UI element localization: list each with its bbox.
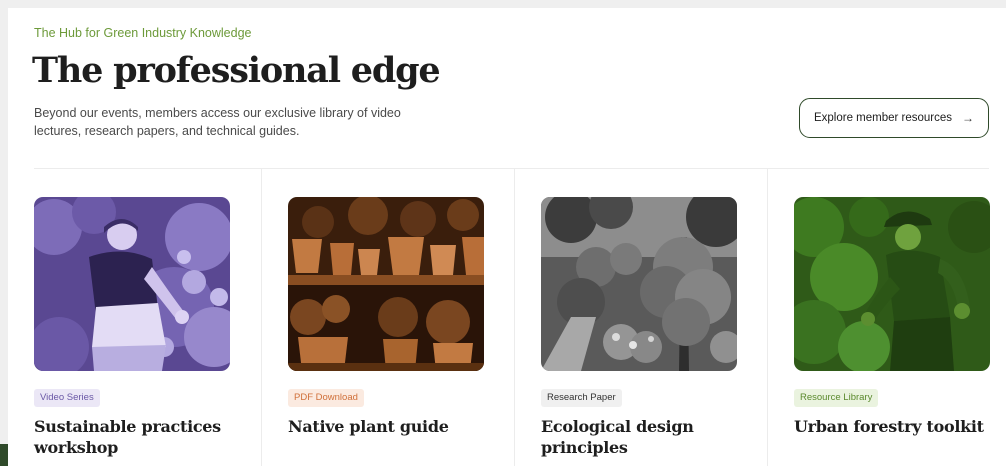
resource-cards: Video Series Sustainable practices works… [8, 169, 1006, 466]
cta-label: Explore member resources [813, 112, 953, 124]
explore-member-resources-button[interactable]: Explore member resources → [799, 98, 989, 138]
card-title[interactable]: Native plant guide [288, 416, 493, 437]
corner-accent [0, 444, 8, 466]
section-eyebrow: The Hub for Green Industry Knowledge [34, 26, 252, 40]
category-badge: Video Series [34, 389, 100, 407]
resource-card[interactable]: Research Paper Ecological design princip… [514, 169, 767, 466]
resource-card[interactable]: Resource Library Urban forestry toolkit [767, 169, 1006, 466]
category-badge: Resource Library [794, 389, 879, 407]
resource-card[interactable]: PDF Download Native plant guide [261, 169, 514, 466]
card-image-arborist [794, 197, 990, 371]
card-title[interactable]: Sustainable practices workshop [34, 416, 239, 458]
card-title[interactable]: Urban forestry toolkit [794, 416, 999, 437]
resource-card[interactable]: Video Series Sustainable practices works… [8, 169, 261, 466]
resources-section: The Hub for Green Industry Knowledge The… [8, 8, 1006, 466]
card-title[interactable]: Ecological design principles [541, 416, 746, 458]
page-title: The professional edge [32, 50, 441, 91]
card-image-potted-plants [288, 197, 484, 371]
arrow-right-icon: → [962, 111, 975, 125]
category-badge: Research Paper [541, 389, 622, 407]
card-image-garden-path [541, 197, 737, 371]
section-description: Beyond our events, members access our ex… [34, 106, 401, 138]
card-image-gardener [34, 197, 230, 371]
category-badge: PDF Download [288, 389, 364, 407]
